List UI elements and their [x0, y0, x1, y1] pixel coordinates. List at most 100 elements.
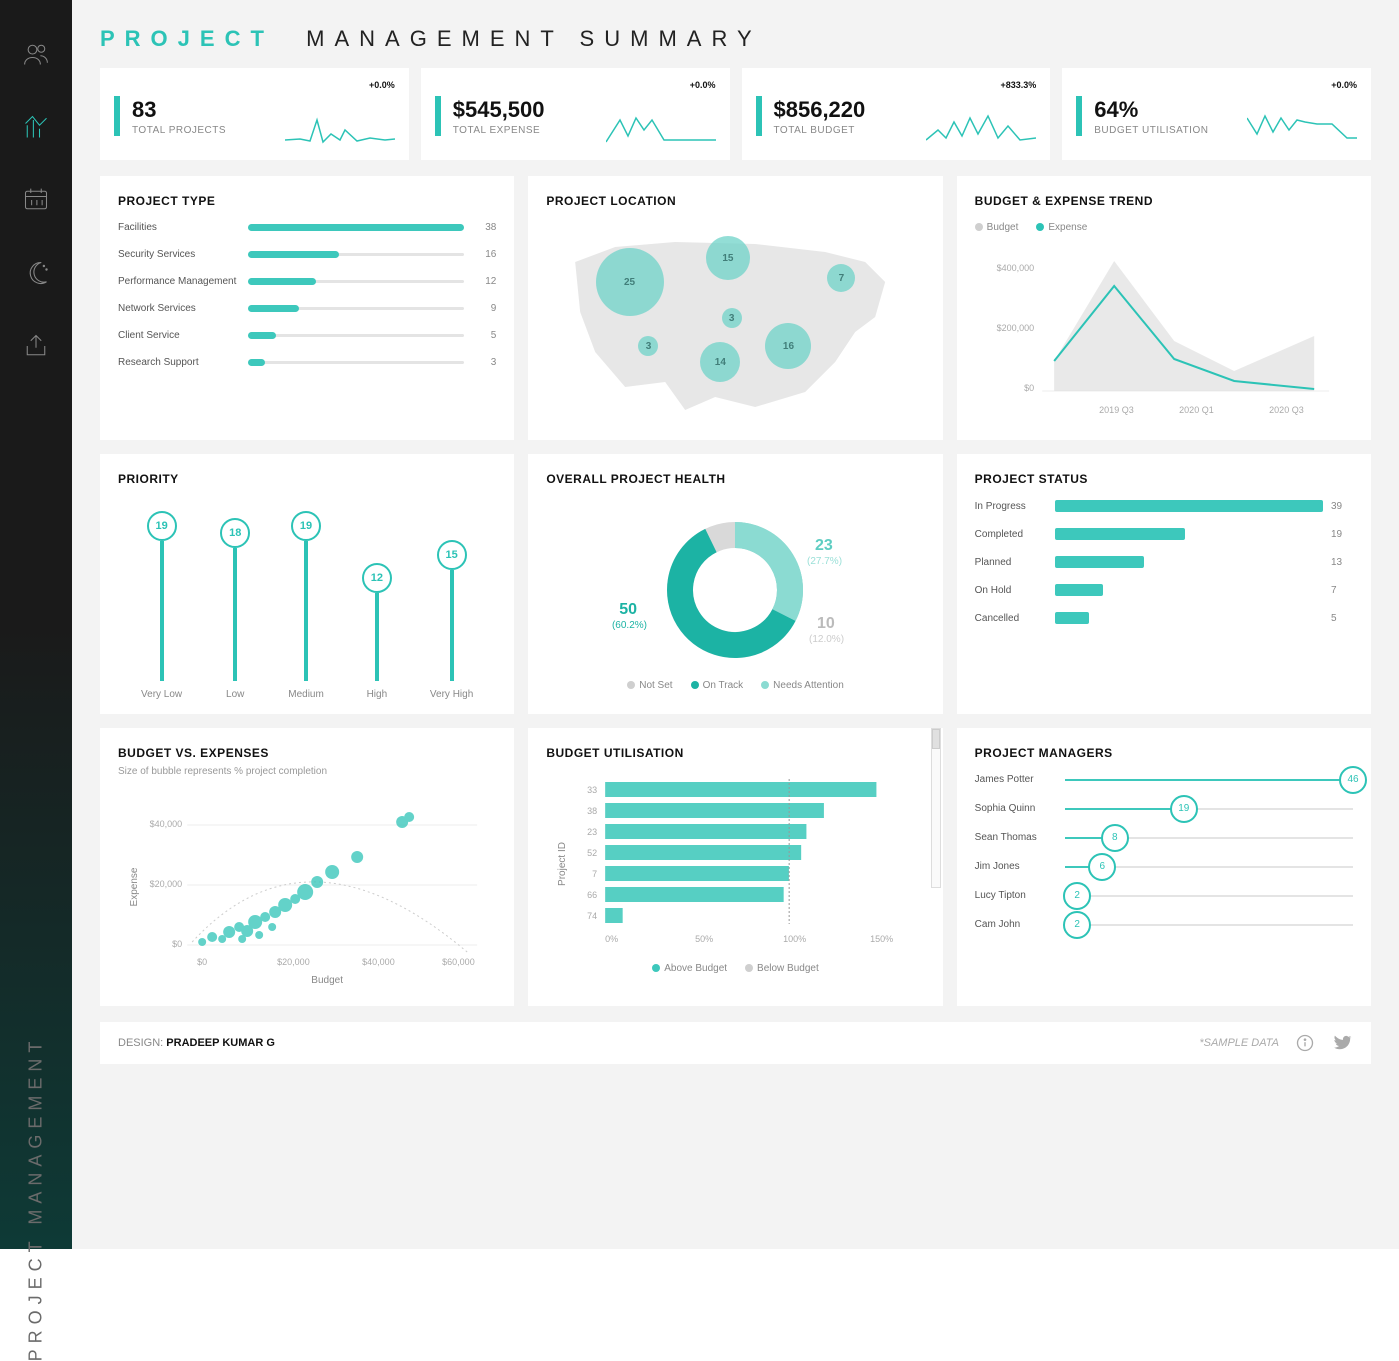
sparkline-icon: [285, 110, 395, 150]
nav-dashboard[interactable]: [22, 113, 50, 146]
nav-calendar[interactable]: [22, 186, 50, 219]
people-icon: [22, 40, 50, 68]
util-chart[interactable]: Project ID 33 38 23 52 7 66 74 0% 50% 10…: [546, 774, 924, 954]
status-row[interactable]: In Progress 39: [975, 500, 1353, 512]
svg-text:50%: 50%: [695, 934, 713, 944]
svg-text:33: 33: [587, 785, 597, 795]
card-budget-utilisation: BUDGET UTILISATION Project ID 33 38 23 5…: [528, 728, 942, 1006]
svg-text:$20,000: $20,000: [150, 879, 183, 889]
card-priority: PRIORITY 19 Very Low 18 Low 19 Medium 12…: [100, 454, 514, 714]
ptype-row[interactable]: Security Services 16: [118, 249, 496, 260]
manager-row[interactable]: Sophia Quinn 19: [975, 803, 1353, 814]
svg-text:100%: 100%: [783, 934, 806, 944]
manager-row[interactable]: Cam John 2: [975, 919, 1353, 930]
sample-data-label: *SAMPLE DATA: [1199, 1037, 1279, 1049]
svg-text:7: 7: [592, 869, 597, 879]
svg-text:10: 10: [817, 615, 835, 632]
twitter-icon[interactable]: [1331, 1032, 1353, 1054]
svg-text:50: 50: [620, 601, 638, 618]
map[interactable]: 25 15 7 3 3 14 16: [546, 222, 924, 422]
manager-row[interactable]: Sean Thomas 8: [975, 832, 1353, 843]
nav-share[interactable]: [22, 332, 50, 365]
main-content: PROJECT MANAGEMENT SUMMARY 83TOTAL PROJE…: [72, 0, 1399, 1249]
moon-icon: [22, 259, 50, 287]
status-row[interactable]: Planned 13: [975, 556, 1353, 568]
svg-text:Expense: Expense: [129, 867, 140, 906]
svg-text:66: 66: [587, 890, 597, 900]
trend-chart[interactable]: $400,000 $200,000 $0 2019 Q3 2020 Q1 202…: [975, 241, 1353, 421]
status-row[interactable]: Completed 19: [975, 528, 1353, 540]
priority-lollipop[interactable]: 18 Low: [220, 518, 250, 700]
svg-text:(60.2%): (60.2%): [612, 620, 647, 631]
svg-text:Project ID: Project ID: [557, 842, 568, 886]
manager-row[interactable]: Lucy Tipton 2: [975, 890, 1353, 901]
card-project-location: PROJECT LOCATION 25 15 7 3 3 14 16: [528, 176, 942, 440]
card-budget-vs-expenses: BUDGET VS. EXPENSES Size of bubble repre…: [100, 728, 514, 1006]
card-budget-trend: BUDGET & EXPENSE TREND Budget Expense $4…: [957, 176, 1371, 440]
card-project-managers: PROJECT MANAGERS James Potter 46 Sophia …: [957, 728, 1371, 1006]
manager-row[interactable]: James Potter 46: [975, 774, 1353, 785]
sparkline-icon: [926, 110, 1036, 150]
ptype-row[interactable]: Network Services 9: [118, 303, 496, 314]
nav-people[interactable]: [22, 40, 50, 73]
kpi-total-expense[interactable]: $545,500TOTAL EXPENSE +0.0%: [421, 68, 730, 160]
ptype-row[interactable]: Performance Management 12: [118, 276, 496, 287]
footer: DESIGN: PRADEEP KUMAR G *SAMPLE DATA: [100, 1022, 1371, 1064]
svg-text:150%: 150%: [870, 934, 893, 944]
svg-text:23: 23: [587, 827, 597, 837]
scrollbar[interactable]: [931, 728, 941, 888]
svg-text:2019 Q3: 2019 Q3: [1099, 405, 1134, 415]
svg-text:$40,000: $40,000: [362, 957, 395, 967]
svg-text:74: 74: [587, 911, 597, 921]
manager-row[interactable]: Jim Jones 6: [975, 861, 1353, 872]
kpi-row: 83TOTAL PROJECTS +0.0% $545,500TOTAL EXP…: [100, 68, 1371, 160]
svg-text:$0: $0: [172, 939, 182, 949]
ptype-row[interactable]: Research Support 3: [118, 357, 496, 368]
scatter-chart[interactable]: Expense $40,000 $20,000 $0: [118, 787, 496, 987]
svg-text:0%: 0%: [605, 934, 618, 944]
priority-lollipop[interactable]: 19 Medium: [288, 511, 324, 700]
priority-lollipop[interactable]: 19 Very Low: [141, 511, 182, 700]
ptype-row[interactable]: Facilities 38: [118, 222, 496, 233]
svg-text:2020 Q3: 2020 Q3: [1269, 405, 1304, 415]
calendar-icon: [22, 186, 50, 214]
svg-text:2020 Q1: 2020 Q1: [1179, 405, 1214, 415]
card-status: PROJECT STATUS In Progress 39 Completed …: [957, 454, 1371, 714]
svg-text:$20,000: $20,000: [277, 957, 310, 967]
svg-text:$0: $0: [197, 957, 207, 967]
map-bubble[interactable]: 3: [722, 308, 742, 328]
svg-text:52: 52: [587, 848, 597, 858]
svg-text:$200,000: $200,000: [996, 323, 1034, 333]
share-icon: [22, 332, 50, 360]
svg-text:38: 38: [587, 806, 597, 816]
card-health: OVERALL PROJECT HEALTH 23 (27.7%) 50 (60…: [528, 454, 942, 714]
svg-text:$40,000: $40,000: [150, 819, 183, 829]
svg-text:(27.7%): (27.7%): [807, 556, 842, 567]
svg-text:Budget: Budget: [311, 975, 343, 986]
svg-text:23: 23: [815, 537, 833, 554]
sidebar-vertical-label: PROJECT MANAGEMENT: [26, 1036, 47, 1361]
svg-text:$0: $0: [1024, 383, 1034, 393]
status-row[interactable]: On Hold 7: [975, 584, 1353, 596]
page-title: PROJECT MANAGEMENT SUMMARY: [100, 26, 1371, 52]
priority-lollipop[interactable]: 12 High: [362, 563, 392, 700]
donut-chart[interactable]: 23 (27.7%) 50 (60.2%) 10 (12.0%): [585, 500, 885, 680]
kpi-budget-utilisation[interactable]: 64%BUDGET UTILISATION +0.0%: [1062, 68, 1371, 160]
status-row[interactable]: Cancelled 5: [975, 612, 1353, 624]
svg-text:$60,000: $60,000: [442, 957, 475, 967]
sidebar: PROJECT MANAGEMENT: [0, 0, 72, 1249]
nav-darkmode[interactable]: [22, 259, 50, 292]
card-project-type: PROJECT TYPE Facilities 38 Security Serv…: [100, 176, 514, 440]
priority-lollipop[interactable]: 15 Very High: [430, 540, 473, 700]
svg-text:(12.0%): (12.0%): [809, 634, 844, 645]
chart-icon: [22, 113, 50, 141]
map-bubble[interactable]: 25: [596, 248, 664, 316]
svg-text:$400,000: $400,000: [996, 263, 1034, 273]
sparkline-icon: [1247, 110, 1357, 150]
ptype-row[interactable]: Client Service 5: [118, 330, 496, 341]
map-bubble[interactable]: 15: [706, 236, 750, 280]
kpi-total-budget[interactable]: $856,220TOTAL BUDGET +833.3%: [742, 68, 1051, 160]
kpi-total-projects[interactable]: 83TOTAL PROJECTS +0.0%: [100, 68, 409, 160]
info-icon[interactable]: [1295, 1033, 1315, 1053]
sparkline-icon: [606, 110, 716, 150]
